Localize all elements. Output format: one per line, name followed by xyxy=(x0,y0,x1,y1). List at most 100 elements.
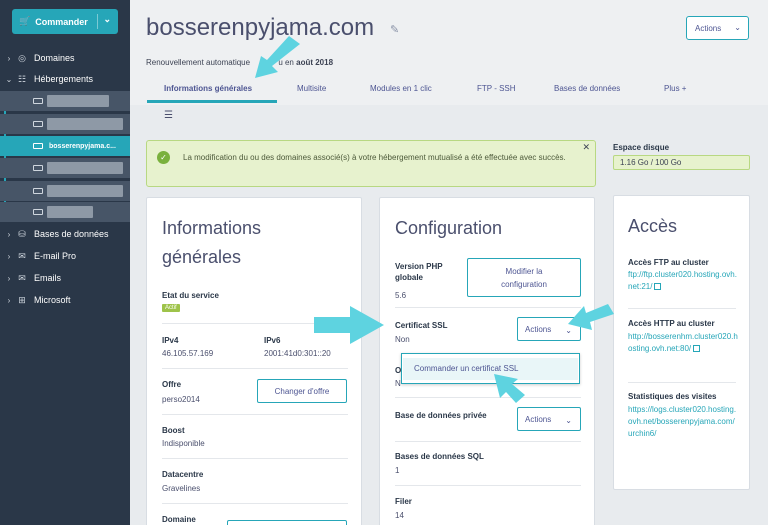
divider xyxy=(395,397,581,398)
page-header: bosserenpyjama.com ✎ Renouvellement auto… xyxy=(130,0,768,105)
domain-label: Domaine xyxy=(162,515,196,524)
check-icon: ✓ xyxy=(157,151,170,164)
windows-icon: ⊞ xyxy=(18,294,26,305)
sidebar-item-emails[interactable]: › ✉ Emails xyxy=(0,268,130,288)
sidebar-item-databases[interactable]: › ⛁ Bases de données xyxy=(0,224,130,244)
divider xyxy=(162,414,348,415)
server-icon xyxy=(33,209,43,215)
datacenter-value: Gravelines xyxy=(162,484,201,493)
card-title: Configuration xyxy=(395,218,503,238)
sidebar-item-domains[interactable]: › ◎ Domaines xyxy=(0,48,130,68)
chevron-down-icon: ⌄ xyxy=(565,416,572,425)
menu-icon[interactable]: ☰ xyxy=(164,110,173,121)
disk-usage-bar: 1.16 Go / 100 Go xyxy=(613,155,750,170)
change-offer-button[interactable]: Changer d'offre xyxy=(257,379,347,403)
divider xyxy=(162,323,348,324)
private-db-label: Base de données privée xyxy=(395,411,487,420)
sidebar-hosting-entry[interactable] xyxy=(0,114,130,134)
chevron-down-icon: ⌄ xyxy=(565,326,572,335)
ftp-access-label: Accès FTP au cluster xyxy=(628,258,709,267)
divider xyxy=(162,458,348,459)
filer-label: Filer xyxy=(395,497,412,506)
sidebar-hosting-active[interactable]: bosserenpyjama.c... xyxy=(0,136,130,156)
chevron-down-icon[interactable]: ⌄ xyxy=(103,14,111,25)
tab-modules[interactable]: Modules en 1 clic xyxy=(370,84,432,93)
ssl-actions-button[interactable]: Actions ⌄ xyxy=(517,317,581,341)
domain-button[interactable] xyxy=(227,520,347,525)
filer-value: 14 xyxy=(395,511,404,520)
ipv4-label: IPv4 xyxy=(162,336,179,345)
tab-more[interactable]: Plus + xyxy=(664,84,686,93)
divider xyxy=(395,441,581,442)
divider xyxy=(97,14,98,29)
order-button[interactable]: 🛒 Commander ⌄ xyxy=(12,9,118,34)
redacted-label xyxy=(47,162,123,174)
sidebar-item-hosting[interactable]: ⌄ ☷ Hébergements xyxy=(0,69,130,89)
card-title: Informations générales xyxy=(162,218,262,267)
actions-button[interactable]: Actions ⌄ xyxy=(686,16,749,40)
disk-space-label: Espace disque xyxy=(613,143,670,152)
http-access-link[interactable]: http://bosserenhm.cluster020.hosting.ovh… xyxy=(628,331,738,355)
redacted-label xyxy=(47,206,93,218)
sidebar-hosting-entry[interactable] xyxy=(0,91,130,111)
globe-icon: ◎ xyxy=(18,52,26,63)
general-info-card: Informations générales Etat du service A… xyxy=(146,197,362,525)
cart-icon: 🛒 xyxy=(19,16,31,26)
divider xyxy=(162,503,348,504)
chevron-down-icon: ⌄ xyxy=(734,23,741,32)
redacted-label xyxy=(47,95,109,107)
chevron-right-icon: › xyxy=(7,273,11,283)
ipv4-value: 46.105.57.169 xyxy=(162,349,214,358)
external-link-icon xyxy=(654,283,662,290)
boost-value: Indisponible xyxy=(162,439,205,448)
divider xyxy=(395,307,581,308)
visit-stats-link[interactable]: https://logs.cluster020.hosting.ovh.net/… xyxy=(628,404,738,440)
ipv6-label: IPv6 xyxy=(264,336,281,345)
card-title: Accès xyxy=(628,216,678,236)
success-alert: ✓ La modification du ou des domaines ass… xyxy=(146,140,596,187)
mail-icon: ✉ xyxy=(18,272,26,283)
mail-icon: ✉ xyxy=(18,250,26,261)
server-icon xyxy=(33,98,43,104)
sidebar-item-microsoft[interactable]: › ⊞ Microsoft xyxy=(0,290,130,310)
service-state-label: Etat du service xyxy=(162,291,219,300)
redacted-label xyxy=(47,118,123,130)
hidden-row-value: N xyxy=(395,379,401,388)
page-title: bosserenpyjama.com xyxy=(146,14,375,41)
database-icon: ⛁ xyxy=(18,228,26,239)
close-icon[interactable]: ✕ xyxy=(582,142,590,153)
access-card: Accès Accès FTP au cluster ftp://ftp.clu… xyxy=(613,195,750,490)
chevron-right-icon: › xyxy=(7,295,11,305)
redacted-label xyxy=(47,185,123,197)
server-icon xyxy=(33,188,43,194)
offer-value: perso2014 xyxy=(162,395,200,404)
boost-label: Boost xyxy=(162,426,185,435)
server-icon xyxy=(33,165,43,171)
ftp-access-link[interactable]: ftp://ftp.cluster020.hosting.ovh.net:21/ xyxy=(628,269,738,293)
tab-multisite[interactable]: Multisite xyxy=(297,84,326,93)
modify-config-button[interactable]: Modifier la configuration xyxy=(467,258,581,297)
order-ssl-menu-item[interactable]: Commander un certificat SSL xyxy=(403,358,578,380)
private-db-actions-button[interactable]: Actions ⌄ xyxy=(517,407,581,431)
tab-general-info[interactable]: Informations générales xyxy=(164,84,252,93)
ssl-value: Non xyxy=(395,335,410,344)
chevron-right-icon: › xyxy=(7,229,11,239)
sidebar-hosting-entry[interactable] xyxy=(0,181,130,201)
chevron-right-icon: › xyxy=(7,53,11,63)
sidebar: 🛒 Commander ⌄ › ◎ Domaines ⌄ ☷ Hébergeme… xyxy=(0,0,130,525)
tab-databases[interactable]: Bases de données xyxy=(554,84,620,93)
sidebar-hosting-entry[interactable] xyxy=(0,202,130,222)
chevron-down-icon: ⌄ xyxy=(5,74,13,84)
external-link-icon xyxy=(693,345,701,352)
ssl-actions-menu: Commander un certificat SSL xyxy=(401,353,580,384)
status-badge: Actif xyxy=(162,304,180,312)
tab-ftp-ssh[interactable]: FTP - SSH xyxy=(477,84,516,93)
visit-stats-label: Statistiques des visites xyxy=(628,392,717,401)
chevron-right-icon: › xyxy=(7,251,11,261)
ssl-label: Certificat SSL xyxy=(395,321,448,330)
http-access-label: Accès HTTP au cluster xyxy=(628,319,715,328)
sidebar-hosting-entry[interactable] xyxy=(0,158,130,178)
pencil-icon[interactable]: ✎ xyxy=(390,23,399,36)
divider xyxy=(628,382,736,383)
sidebar-item-email-pro[interactable]: › ✉ E-mail Pro xyxy=(0,246,130,266)
